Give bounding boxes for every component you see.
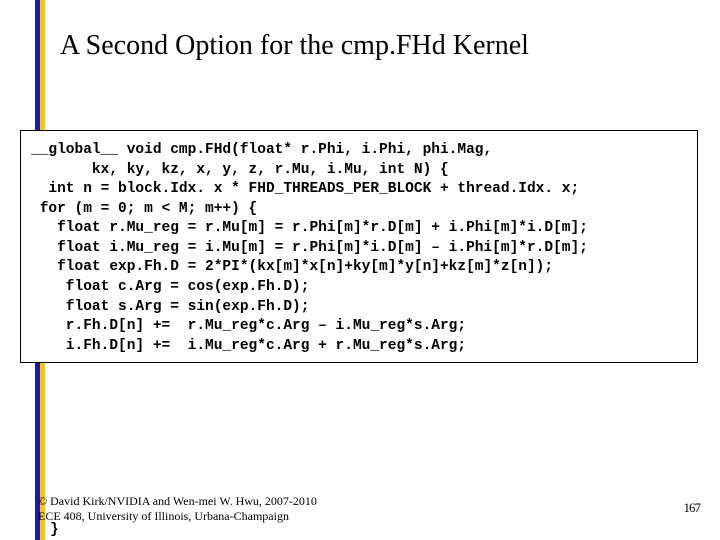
code-line: float c.Arg = cos(exp.Fh.D); bbox=[31, 278, 687, 298]
code-line: i.Fh.D[n] += i.Mu_reg*c.Arg + r.Mu_reg*s… bbox=[31, 337, 687, 357]
footer-line: ECE 408, University of Illinois, Urbana-… bbox=[38, 509, 317, 524]
code-line: float r.Mu_reg = r.Mu[m] = r.Phi[m]*r.D[… bbox=[31, 219, 687, 239]
slide-title: A Second Option for the cmp.FHd Kernel bbox=[60, 30, 690, 62]
code-line: float s.Arg = sin(exp.Fh.D); bbox=[31, 298, 687, 318]
code-line: kx, ky, kz, x, y, z, r.Mu, i.Mu, int N) … bbox=[31, 161, 687, 181]
code-line: float i.Mu_reg = i.Mu[m] = r.Phi[m]*i.D[… bbox=[31, 239, 687, 259]
code-trailing-brace: } bbox=[50, 522, 59, 538]
code-line: r.Fh.D[n] += r.Mu_reg*c.Arg – i.Mu_reg*s… bbox=[31, 317, 687, 337]
code-line: __global__ void cmp.FHd(float* r.Phi, i.… bbox=[31, 141, 687, 161]
copyright-footer: © David Kirk/NVIDIA and Wen-mei W. Hwu, … bbox=[38, 494, 317, 524]
page-number: 167 bbox=[684, 500, 701, 516]
code-line: int n = block.Idx. x * FHD_THREADS_PER_B… bbox=[31, 180, 687, 200]
footer-line: © David Kirk/NVIDIA and Wen-mei W. Hwu, … bbox=[38, 494, 317, 509]
code-line: for (m = 0; m < M; m++) { bbox=[31, 200, 687, 220]
code-block: __global__ void cmp.FHd(float* r.Phi, i.… bbox=[20, 130, 698, 363]
code-line: float exp.Fh.D = 2*PI*(kx[m]*x[n]+ky[m]*… bbox=[31, 258, 687, 278]
